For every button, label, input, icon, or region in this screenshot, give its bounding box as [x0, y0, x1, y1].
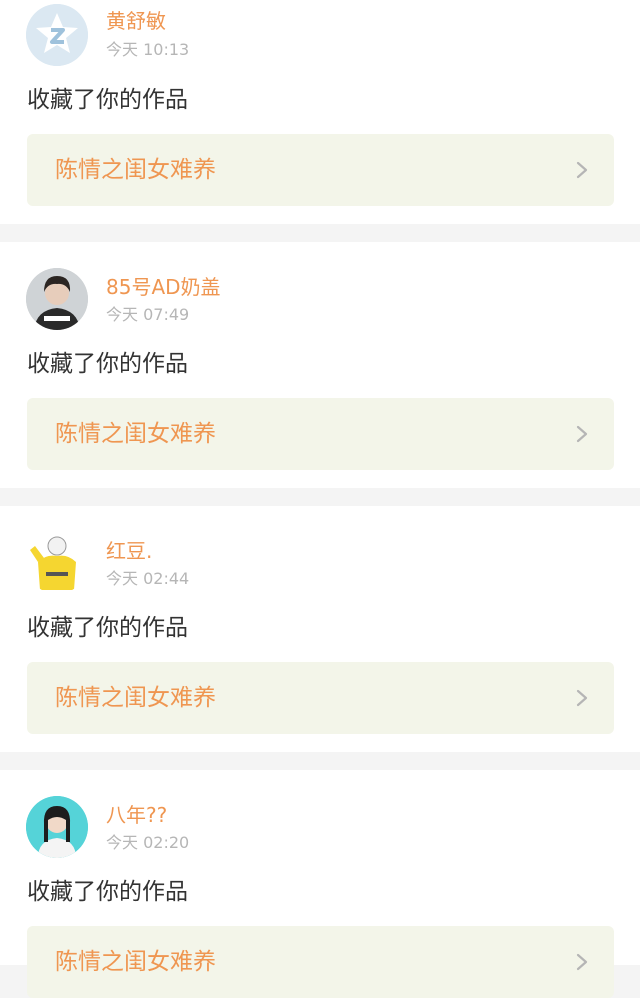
timestamp: 今天 02:20: [106, 833, 190, 852]
user-name[interactable]: 红豆.: [106, 539, 152, 563]
notification-card: 85号AD奶盖 今天 07:49 收藏了你的作品 陈情之闺女难养: [0, 242, 640, 488]
timestamp: 今天 07:49: [106, 305, 190, 324]
timestamp: 今天 02:44: [106, 569, 190, 588]
work-title: 陈情之闺女难养: [55, 421, 216, 447]
user-avatar[interactable]: [26, 268, 88, 330]
work-link[interactable]: 陈情之闺女难养: [27, 134, 614, 206]
action-text: 收藏了你的作品: [27, 351, 188, 377]
action-text: 收藏了你的作品: [27, 615, 188, 641]
cartoon-avatar: [26, 532, 88, 594]
user-avatar[interactable]: [26, 796, 88, 858]
user-name[interactable]: 85号AD奶盖: [106, 275, 221, 299]
notification-card: 红豆. 今天 02:44 收藏了你的作品 陈情之闺女难养: [0, 506, 640, 752]
user-avatar[interactable]: [26, 4, 88, 66]
notification-feed: 黄舒敏 今天 10:13 收藏了你的作品 陈情之闺女难养 85号AD奶盖 今天 …: [0, 0, 640, 998]
photo-avatar: [26, 796, 88, 858]
user-name[interactable]: 黄舒敏: [106, 9, 166, 33]
user-avatar[interactable]: [26, 532, 88, 594]
user-name[interactable]: 八年??: [106, 803, 167, 827]
work-link[interactable]: 陈情之闺女难养: [27, 398, 614, 470]
chevron-right-icon: [576, 689, 588, 707]
work-title: 陈情之闺女难养: [55, 157, 216, 183]
work-title: 陈情之闺女难养: [55, 949, 216, 975]
timestamp: 今天 10:13: [106, 40, 190, 59]
action-text: 收藏了你的作品: [27, 87, 188, 113]
work-title: 陈情之闺女难养: [55, 685, 216, 711]
work-link[interactable]: 陈情之闺女难养: [27, 662, 614, 734]
notification-card: 黄舒敏 今天 10:13 收藏了你的作品 陈情之闺女难养: [0, 0, 640, 224]
chevron-right-icon: [576, 161, 588, 179]
action-text: 收藏了你的作品: [27, 879, 188, 905]
photo-avatar: [26, 268, 88, 330]
chevron-right-icon: [576, 953, 588, 971]
notification-card: 八年?? 今天 02:20 收藏了你的作品 陈情之闺女难养: [0, 770, 640, 998]
chevron-right-icon: [576, 425, 588, 443]
work-link[interactable]: 陈情之闺女难养: [27, 926, 614, 998]
default-avatar-icon: [26, 4, 88, 66]
